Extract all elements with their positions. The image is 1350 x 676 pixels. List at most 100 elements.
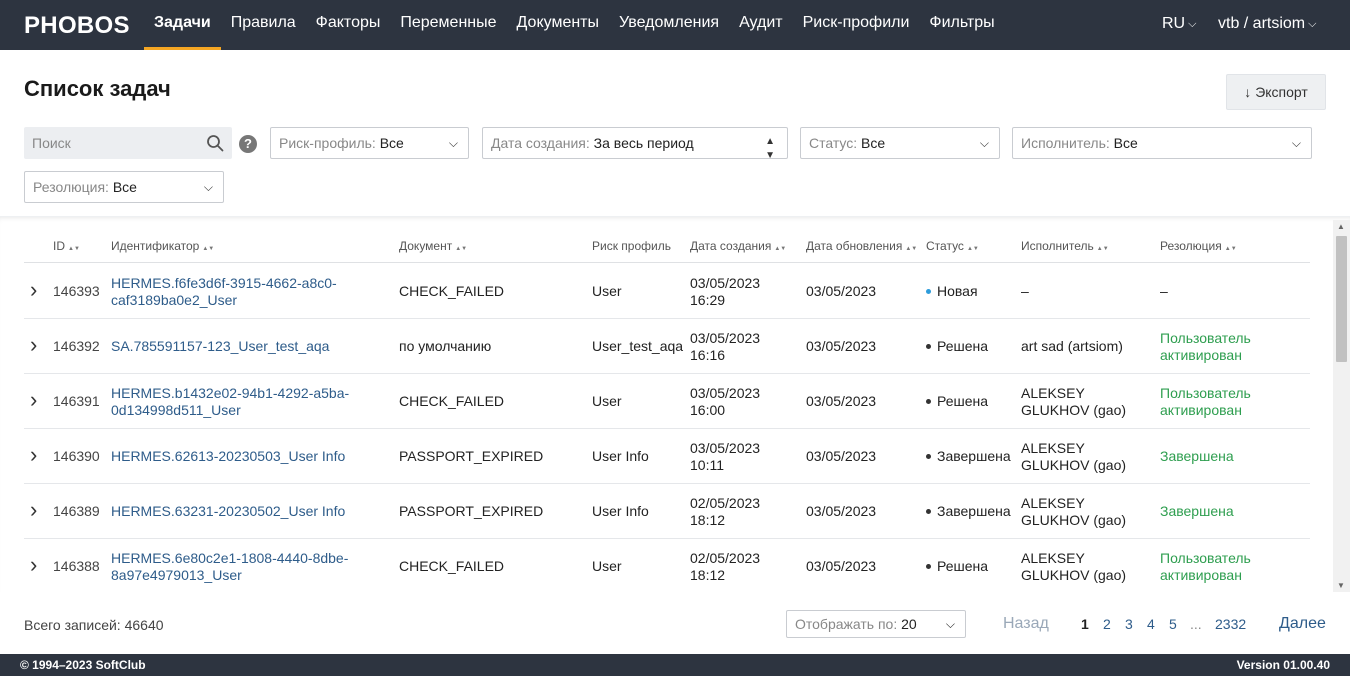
document-cell: CHECK_FAILED	[399, 283, 505, 299]
expand-row-icon[interactable]: ›	[30, 279, 42, 301]
nav-item[interactable]: Фильтры	[919, 0, 1004, 50]
chevron-down-icon: ⌵	[203, 180, 213, 194]
task-identifier-link[interactable]: HERMES.62613-20230503_User Info	[111, 429, 391, 484]
pagination-prev[interactable]: Назад	[1003, 615, 1049, 633]
column-header[interactable]: ID ▲▼	[53, 239, 80, 253]
task-identifier-link[interactable]: HERMES.63231-20230502_User Info	[111, 484, 391, 539]
nav-item[interactable]: Факторы	[306, 0, 391, 50]
search-input[interactable]	[24, 127, 199, 159]
version: Version 01.00.40	[1236, 658, 1330, 672]
assignee-filter[interactable]: Исполнитель: Все ⌵	[1012, 127, 1312, 159]
scroll-up-icon[interactable]: ▲	[1337, 222, 1345, 231]
per-page-value: 20	[901, 616, 917, 632]
scroll-down-icon[interactable]: ▼	[1337, 581, 1345, 590]
pagination-page[interactable]: 5	[1169, 616, 1177, 632]
column-header[interactable]: Документ ▲▼	[399, 239, 467, 253]
expand-row-icon[interactable]: ›	[30, 334, 42, 356]
table-row[interactable]: › 146390 HERMES.62613-20230503_User Info PA…	[24, 429, 1310, 484]
column-header[interactable]: Статус ▲▼	[926, 239, 979, 253]
scrollbar-thumb[interactable]	[1336, 236, 1347, 362]
expand-row-icon[interactable]: ›	[30, 389, 42, 411]
status-cell: Решена	[926, 374, 1018, 429]
status-cell: Решена	[926, 319, 1018, 374]
date-created-filter[interactable]: Дата создания: За весь период ▲ ▼	[482, 127, 788, 161]
assignee-filter-label: Исполнитель:	[1021, 135, 1110, 151]
expand-row-icon[interactable]: ›	[30, 444, 42, 466]
table-scrollbar[interactable]: ▲ ▼	[1333, 220, 1350, 592]
pagination-next[interactable]: Далее	[1279, 615, 1326, 633]
document-cell: CHECK_FAILED	[399, 393, 505, 409]
resolution-cell: Пользователь активирован	[1160, 384, 1251, 418]
pagination-ellipsis: ...	[1190, 616, 1202, 632]
risk-profile-cell: User	[592, 558, 622, 574]
app-logo[interactable]: PHOBOS	[24, 12, 130, 40]
table-row[interactable]: › 146389 HERMES.63231-20230502_User Info PA…	[24, 484, 1310, 539]
column-header[interactable]: Дата обновления ▲▼	[806, 239, 917, 253]
user-menu[interactable]: vtb / artsiom ⌵	[1218, 15, 1316, 33]
resolution-filter-label: Резолюция:	[33, 179, 109, 195]
table-row[interactable]: › 146392 SA.785591157-123_User_test_aqa по …	[24, 319, 1310, 374]
column-header[interactable]: Исполнитель ▲▼	[1021, 239, 1109, 253]
column-header-label: Идентификатор	[111, 239, 200, 253]
status-filter[interactable]: Статус: Все ⌵	[800, 127, 1000, 159]
status-dot-icon	[926, 509, 931, 514]
search-icon[interactable]	[206, 134, 224, 152]
updated-cell: 03/05/2023	[806, 503, 877, 519]
resolution-cell: Завершена	[1160, 503, 1234, 519]
table-row[interactable]: › 146393 HERMES.f6fe3d6f-3915-4662-a8c0-ca…	[24, 264, 1310, 319]
document-cell: PASSPORT_EXPIRED	[399, 448, 544, 464]
sort-icon: ▲▼	[68, 246, 80, 252]
nav-item[interactable]: Уведомления	[609, 0, 729, 50]
column-header[interactable]: Резолюция ▲▼	[1160, 239, 1237, 253]
status-cell: Новая	[926, 264, 1018, 319]
task-id: 146388	[53, 558, 100, 574]
resolution-filter[interactable]: Резолюция: Все ⌵	[24, 171, 224, 203]
export-button[interactable]: ↓ Экспорт	[1226, 74, 1326, 110]
nav-item[interactable]: Риск-профили	[793, 0, 920, 50]
column-header[interactable]: Идентификатор ▲▼	[111, 239, 215, 253]
chevron-down-icon: ⌵	[448, 136, 458, 150]
status-dot-icon	[926, 344, 931, 349]
risk-profile-filter[interactable]: Риск-профиль: Все ⌵	[270, 127, 469, 159]
column-header-label: Дата создания	[690, 239, 772, 253]
pagination-page[interactable]: 4	[1147, 616, 1155, 632]
created-date: 03/05/2023	[690, 329, 761, 346]
resolution-cell: Пользователь активирован	[1160, 549, 1251, 583]
per-page-select[interactable]: Отображать по: 20 ⌵	[786, 610, 966, 638]
column-header-label: Дата обновления	[806, 239, 903, 253]
task-identifier-link[interactable]: HERMES.6e80c2e1-1808-4440-8dbe-8a97e4979…	[111, 539, 391, 592]
nav-item[interactable]: Переменные	[390, 0, 506, 50]
column-header: Риск профиль	[592, 239, 671, 253]
sort-updown-icon: ▲ ▼	[765, 136, 775, 161]
task-identifier-link[interactable]: HERMES.b1432e02-94b1-4292-a5ba-0d134998d…	[111, 374, 391, 429]
table-row[interactable]: › 146391 HERMES.b1432e02-94b1-4292-a5ba-0d…	[24, 374, 1310, 429]
sort-icon: ▲▼	[202, 246, 215, 252]
pagination-page[interactable]: 1	[1081, 616, 1089, 632]
nav-item[interactable]: Правила	[221, 0, 306, 50]
pagination-page[interactable]: 3	[1125, 616, 1133, 632]
per-page-label: Отображать по:	[795, 616, 898, 632]
created-cell: 02/05/2023 18:12	[690, 484, 800, 539]
task-identifier-link[interactable]: SA.785591157-123_User_test_aqa	[111, 319, 391, 374]
expand-row-icon[interactable]: ›	[30, 554, 42, 576]
created-date: 02/05/2023	[690, 494, 761, 511]
risk-profile-cell: User	[592, 393, 622, 409]
language-selector[interactable]: RU ⌵	[1162, 15, 1196, 33]
created-date: 02/05/2023	[690, 549, 761, 566]
task-identifier-link[interactable]: HERMES.f6fe3d6f-3915-4662-a8c0-caf3189ba…	[111, 264, 391, 319]
main-nav: Задачи Правила Факторы Переменные Документы У…	[144, 0, 1005, 50]
pagination-page[interactable]: 2	[1103, 616, 1111, 632]
column-header[interactable]: Дата создания ▲▼	[690, 239, 786, 253]
assignee-cell: ALEKSEY GLUKHOV (gao)	[1021, 549, 1127, 583]
nav-item[interactable]: Документы	[507, 0, 609, 50]
nav-item[interactable]: Задачи	[144, 0, 221, 50]
resolution-filter-value: Все	[112, 179, 137, 195]
table-row[interactable]: › 146388 HERMES.6e80c2e1-1808-4440-8dbe-8a…	[24, 539, 1310, 592]
resolution-cell: Пользователь активирован	[1160, 329, 1251, 363]
expand-row-icon[interactable]: ›	[30, 499, 42, 521]
help-icon[interactable]: ?	[239, 135, 257, 153]
sort-icon: ▲▼	[1224, 246, 1237, 252]
nav-item[interactable]: Аудит	[729, 0, 793, 50]
pagination-page[interactable]: 2332	[1215, 616, 1246, 632]
created-cell: 03/05/2023 10:11	[690, 429, 800, 484]
